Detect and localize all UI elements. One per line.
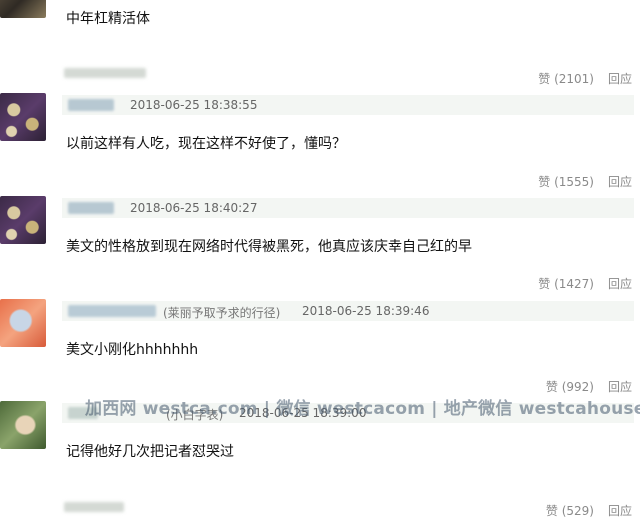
like-label: 赞 [545,504,558,518]
comment-text: 美文的性格放到现在网络时代得被黑死，他真应该庆幸自己红的早 [66,239,472,255]
avatar[interactable] [0,196,46,244]
comment-actions: 赞 (2101) 回应 [538,70,632,87]
comment-actions: 赞 (1555) 回应 [538,173,632,190]
reply-preview-blurred [64,502,124,512]
like-button[interactable]: 赞 (529) [546,504,594,518]
reply-preview-blurred [64,68,146,78]
user-source: (莱丽予取予求的行径) [163,306,281,320]
timestamp: 2018-06-25 18:39:46 [302,304,430,318]
avatar[interactable] [0,0,46,18]
avatar[interactable] [0,401,46,449]
comment-text: 记得他好几次把记者怼哭过 [66,444,234,460]
comment-text: 以前这样有人吃，现在这样不好使了，懂吗？ [66,136,346,152]
like-button[interactable]: 赞 (992) [546,380,594,394]
comment-actions: 赞 (529) 回应 [546,502,632,519]
comment-meta-bar: 2018-06-25 18:40:27 [62,198,634,218]
reply-button[interactable]: 回应 [608,175,632,189]
timestamp: 2018-06-25 18:40:27 [130,201,258,215]
username-blurred[interactable] [68,99,114,111]
like-count: (1555) [554,175,594,189]
comment-actions: 赞 (992) 回应 [546,378,632,395]
like-count: (1427) [554,277,594,291]
like-button[interactable]: 赞 (2101) [538,72,594,86]
like-count: (2101) [554,72,594,86]
like-count: (529) [561,504,594,518]
avatar[interactable] [0,93,46,141]
username-blurred[interactable] [68,202,114,214]
reply-button[interactable]: 回应 [608,72,632,86]
comment-actions: 赞 (1427) 回应 [538,275,632,292]
avatar[interactable] [0,299,46,347]
reply-button[interactable]: 回应 [608,277,632,291]
comment-meta-bar: 2018-06-25 18:38:55 [62,95,634,115]
like-button[interactable]: 赞 (1427) [538,277,594,291]
like-button[interactable]: 赞 (1555) [538,175,594,189]
like-label: 赞 [538,72,551,86]
comment-text: 中年杠精活体 [66,11,150,27]
timestamp: 2018-06-25 18:38:55 [130,98,258,112]
comment-text: 美文小刚化hhhhhhh [66,342,199,358]
like-count: (992) [561,380,594,394]
reply-button[interactable]: 回应 [608,380,632,394]
like-label: 赞 [545,380,558,394]
like-label: 赞 [538,175,551,189]
comment-meta-bar: (莱丽予取予求的行径) 2018-06-25 18:39:46 [62,301,634,321]
reply-button[interactable]: 回应 [608,504,632,518]
like-label: 赞 [538,277,551,291]
username-blurred[interactable] [68,305,156,317]
watermark: 加西网 westca.com | 微信 westcacom | 地产微信 wes… [85,399,640,419]
